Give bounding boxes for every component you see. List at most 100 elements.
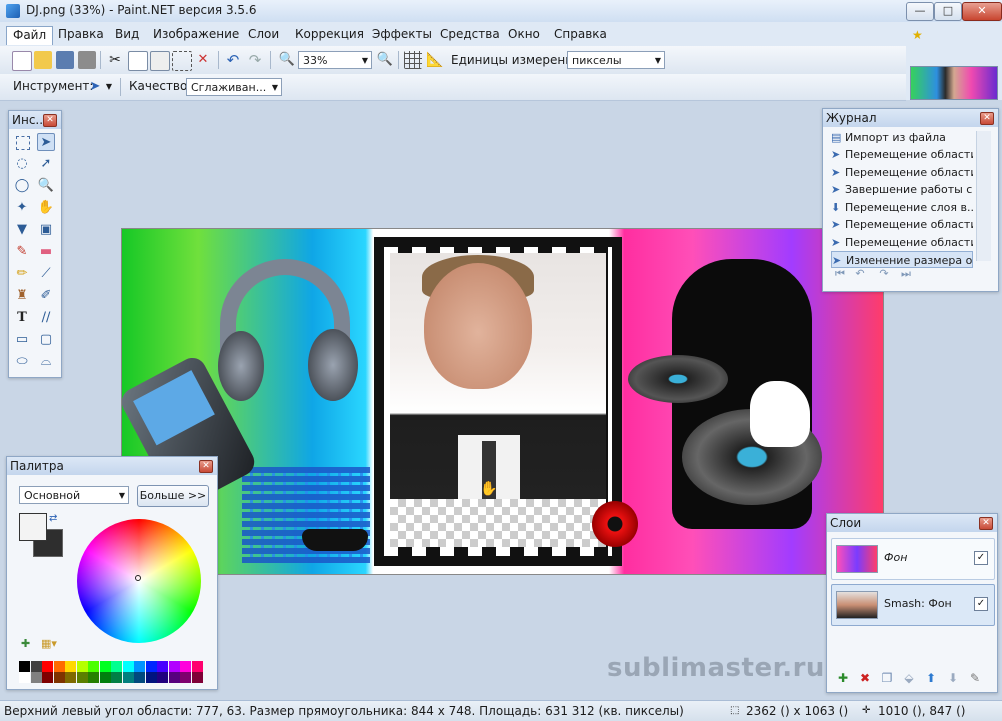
- grid-icon[interactable]: [404, 51, 422, 69]
- palette-swatch[interactable]: [180, 661, 191, 672]
- history-item[interactable]: ➤ Завершение работы с...: [831, 181, 973, 198]
- swap-colors-icon[interactable]: ⇄: [49, 513, 57, 524]
- color-mode-combo[interactable]: Основной ▼: [19, 486, 129, 504]
- add-layer-icon[interactable]: ✚: [835, 670, 851, 686]
- palette-swatch[interactable]: [30, 672, 42, 683]
- menu-layers[interactable]: Слои: [242, 26, 285, 44]
- layer-visibility-checkbox[interactable]: ✓: [974, 597, 988, 611]
- zoom-combo[interactable]: 33% ▼: [298, 51, 372, 69]
- primary-color[interactable]: [19, 513, 47, 541]
- fast-forward-icon[interactable]: ⏭: [897, 267, 915, 283]
- palette-swatch[interactable]: [157, 672, 168, 683]
- magic-wand-tool-icon[interactable]: ✦: [13, 199, 31, 217]
- redo-icon[interactable]: ↷: [875, 267, 893, 283]
- history-close-button[interactable]: ✕: [980, 112, 994, 125]
- palette-swatch[interactable]: [191, 661, 203, 672]
- undo-icon[interactable]: ↶: [851, 267, 869, 283]
- menu-view[interactable]: Вид: [109, 26, 145, 44]
- ellipse-select-tool-icon[interactable]: ◯: [13, 177, 31, 195]
- colors-close-button[interactable]: ✕: [199, 460, 213, 473]
- history-item[interactable]: ➤ Перемещение области: [831, 164, 973, 181]
- menu-image[interactable]: Изображение: [147, 26, 245, 44]
- palette-swatch[interactable]: [65, 661, 76, 672]
- menu-file[interactable]: Файл: [6, 26, 54, 45]
- layers-window-title[interactable]: Слои: [827, 514, 997, 532]
- palette-swatch[interactable]: [19, 661, 30, 672]
- eraser-tool-icon[interactable]: ▬: [37, 243, 55, 261]
- palette-swatch[interactable]: [30, 661, 42, 672]
- palette-swatch[interactable]: [42, 661, 53, 672]
- palette-swatch[interactable]: [19, 672, 30, 683]
- recolor-tool-icon[interactable]: ✐: [37, 287, 55, 305]
- zoom-in-icon[interactable]: 🔍: [376, 51, 394, 69]
- history-item[interactable]: ⬇ Перемещение слоя в...: [831, 199, 973, 216]
- line-curve-tool-icon[interactable]: ∕∕: [37, 309, 55, 327]
- ellipse-tool-icon[interactable]: ⬭: [13, 353, 31, 371]
- menu-adjustments[interactable]: Коррекция: [289, 26, 370, 44]
- merge-layer-down-icon[interactable]: ⬙: [901, 670, 917, 686]
- palette-swatch[interactable]: [122, 672, 134, 683]
- paintbrush-tool-icon[interactable]: ✎: [13, 243, 31, 261]
- minimize-button[interactable]: —: [906, 2, 934, 21]
- palette-swatch[interactable]: [122, 661, 134, 672]
- move-selection-tool-icon[interactable]: ➤: [37, 133, 55, 151]
- palette-swatch[interactable]: [168, 661, 180, 672]
- palette-swatch[interactable]: [53, 661, 65, 672]
- clone-stamp-tool-icon[interactable]: ♜: [13, 287, 31, 305]
- more-button[interactable]: Больше >>: [137, 485, 209, 507]
- history-scrollbar[interactable]: [976, 131, 991, 261]
- menu-utilities[interactable]: Средства: [434, 26, 506, 44]
- history-item[interactable]: ▤ Импорт из файла: [831, 129, 973, 146]
- history-item[interactable]: ➤ Перемещение области: [831, 146, 973, 163]
- chevron-down-icon[interactable]: ▼: [104, 78, 114, 96]
- palette-swatch[interactable]: [88, 672, 99, 683]
- pencil-tool-icon[interactable]: ✏: [13, 265, 31, 283]
- print-icon[interactable]: [78, 51, 96, 69]
- image-canvas[interactable]: ✋: [121, 228, 884, 575]
- image-tab-thumbnail[interactable]: [910, 66, 998, 100]
- units-combo[interactable]: пикселы ▼: [567, 51, 665, 69]
- maximize-button[interactable]: □: [934, 2, 962, 21]
- palette-swatch[interactable]: [168, 672, 180, 683]
- palette-swatch[interactable]: [157, 661, 168, 672]
- palette-swatch[interactable]: [76, 661, 88, 672]
- history-item-selected[interactable]: ➤ Изменение размера о...: [831, 251, 973, 268]
- palette-swatch[interactable]: [111, 661, 122, 672]
- move-layer-down-icon[interactable]: ⬇: [945, 670, 961, 686]
- layer-visibility-checkbox[interactable]: ✓: [974, 551, 988, 565]
- copy-icon[interactable]: [128, 51, 148, 71]
- open-folder-icon[interactable]: [34, 51, 52, 69]
- palette-swatch[interactable]: [76, 672, 88, 683]
- zoom-tool-icon[interactable]: 🔍: [37, 177, 55, 195]
- palette-swatch[interactable]: [65, 672, 76, 683]
- move-selection-tool-icon[interactable]: ➤: [86, 78, 104, 96]
- color-wheel[interactable]: [77, 519, 201, 643]
- add-to-palette-icon[interactable]: ✚: [21, 637, 30, 650]
- history-item[interactable]: ➤ Перемещение области: [831, 216, 973, 233]
- palette-swatch[interactable]: [99, 661, 111, 672]
- ruler-icon[interactable]: 📐: [426, 51, 444, 69]
- move-layer-up-icon[interactable]: ⬆: [923, 670, 939, 686]
- palette-swatch[interactable]: [88, 661, 99, 672]
- palette-swatch[interactable]: [111, 672, 122, 683]
- layer-properties-icon[interactable]: ✎: [967, 670, 983, 686]
- rewind-icon[interactable]: ⏮: [831, 267, 849, 283]
- colors-window-title[interactable]: Палитра: [7, 457, 217, 475]
- menu-help[interactable]: Справка: [548, 26, 613, 44]
- freeform-shape-tool-icon[interactable]: ⌓: [37, 353, 55, 371]
- deselect-icon[interactable]: ✕: [194, 51, 212, 69]
- redo-icon[interactable]: ↷: [246, 51, 264, 69]
- menu-edit[interactable]: Правка: [52, 26, 110, 44]
- save-icon[interactable]: [56, 51, 74, 69]
- palette-swatch[interactable]: [180, 672, 191, 683]
- quality-combo[interactable]: Сглаживан... ▼: [186, 78, 282, 96]
- history-window-title[interactable]: Журнал: [823, 109, 998, 127]
- palette-swatch[interactable]: [145, 672, 157, 683]
- rectangle-tool-icon[interactable]: ▭: [13, 331, 31, 349]
- close-button[interactable]: ✕: [962, 2, 1002, 21]
- palette-swatch[interactable]: [134, 672, 145, 683]
- palette-swatch[interactable]: [145, 661, 157, 672]
- crop-to-selection-icon[interactable]: [172, 51, 192, 71]
- zoom-out-icon[interactable]: 🔍: [278, 51, 296, 69]
- palette-menu-icon[interactable]: ▦▾: [41, 637, 57, 650]
